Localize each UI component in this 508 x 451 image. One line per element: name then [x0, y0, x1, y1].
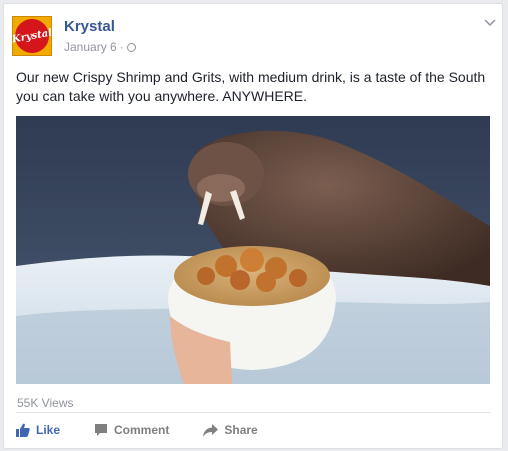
share-label: Share	[224, 423, 258, 437]
views-count[interactable]: 55K Views	[17, 396, 73, 410]
krystal-logo: Krystal	[11, 16, 53, 56]
comment-label: Comment	[114, 423, 170, 437]
post-meta: January 6 ·	[64, 40, 136, 54]
action-bar: Like Comment Share	[16, 420, 292, 440]
video-thumbnail-image	[16, 116, 490, 384]
share-icon	[203, 423, 219, 437]
share-button[interactable]: Share	[203, 423, 258, 437]
like-button[interactable]: Like	[16, 423, 60, 437]
meta-separator: ·	[119, 40, 124, 54]
like-label: Like	[36, 423, 61, 437]
globe-icon	[126, 42, 136, 52]
comment-button[interactable]: Comment	[94, 423, 169, 437]
post-date[interactable]: January 6	[64, 40, 117, 54]
avatar[interactable]: Krystal	[11, 16, 53, 56]
post-text: Our new Crispy Shrimp and Grits, with me…	[16, 69, 486, 104]
divider	[16, 412, 490, 413]
post-header: Krystal Krystal January 6 ·	[11, 16, 496, 60]
video-thumbnail[interactable]	[16, 116, 490, 384]
page-name-link[interactable]: Krystal	[64, 18, 115, 35]
post-card: Krystal Krystal January 6 · Our new Cris…	[3, 3, 503, 449]
thumbs-up-icon	[16, 423, 30, 437]
comment-icon	[95, 424, 108, 436]
chevron-down-icon[interactable]	[484, 16, 496, 30]
